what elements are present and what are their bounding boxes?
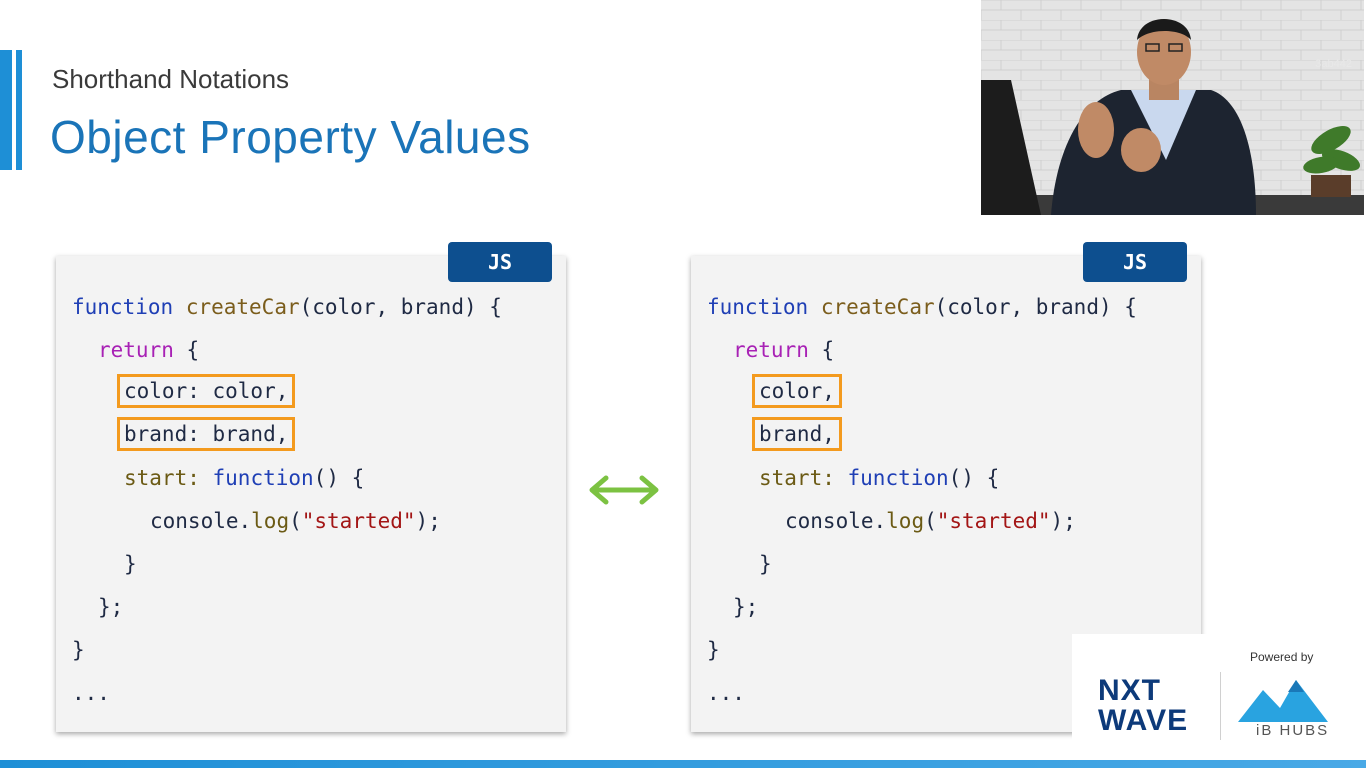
function-name: createCar xyxy=(185,295,300,319)
code-text: ( xyxy=(289,509,302,533)
slide-subtitle: Shorthand Notations xyxy=(52,64,290,94)
highlight-box: brand, xyxy=(752,417,842,451)
code-line: brand, xyxy=(752,417,842,451)
nxtwave-logo-area: NXT WAVE Powered by iB HUBS xyxy=(1072,634,1366,744)
code-line: } xyxy=(124,552,137,576)
ibhubs-text: iB HUBS xyxy=(1256,722,1330,739)
presenter-webcam: 3ab442 xyxy=(981,0,1364,215)
code-line: }; xyxy=(733,595,759,619)
code-text: (color, brand) { xyxy=(299,295,502,319)
js-badge: JS xyxy=(448,242,552,282)
logo-divider xyxy=(1220,672,1221,740)
js-badge: JS xyxy=(1083,242,1187,282)
code-line: start: function() { xyxy=(124,463,364,493)
method-name: log xyxy=(886,509,925,533)
code-line: function createCar(color, brand) { xyxy=(72,292,502,322)
accent-bar xyxy=(0,50,12,170)
code-line: } xyxy=(72,638,85,662)
code-panel-left: JS function createCar(color, brand) { re… xyxy=(56,242,566,732)
presenter-video-image xyxy=(981,0,1364,215)
function-name: createCar xyxy=(820,295,935,319)
nxtwave-logo-bottom: WAVE xyxy=(1098,704,1189,737)
code-line: function createCar(color, brand) { xyxy=(707,292,1137,322)
double-arrow-icon xyxy=(589,475,659,505)
code-line: }; xyxy=(98,595,124,619)
string-literal: "started" xyxy=(301,509,416,533)
code-line: brand: brand, xyxy=(117,417,296,451)
code-text: console. xyxy=(785,509,887,533)
code-line: return { xyxy=(733,335,834,365)
code-line: color: color, xyxy=(117,374,296,408)
code-text: ); xyxy=(1050,509,1076,533)
nxtwave-logo-top: NXT xyxy=(1098,674,1161,707)
property-name: start: xyxy=(759,466,848,490)
code-line: console.log("started"); xyxy=(785,506,1076,536)
code-line: ... xyxy=(707,681,745,705)
highlight-box: brand: brand, xyxy=(117,417,296,451)
keyword: function xyxy=(847,466,949,490)
slide-title: Object Property Values xyxy=(50,111,531,163)
code-line: console.log("started"); xyxy=(150,506,441,536)
code-text: console. xyxy=(150,509,252,533)
highlight-box: color, xyxy=(752,374,842,408)
code-line: } xyxy=(759,552,772,576)
property-name: start: xyxy=(124,466,213,490)
code-line: return { xyxy=(98,335,199,365)
keyword: return xyxy=(733,338,809,362)
webcam-id-text: 3ab442 xyxy=(1315,58,1352,70)
keyword: function xyxy=(212,466,314,490)
code-line: color, xyxy=(752,374,842,408)
code-text: (color, brand) { xyxy=(934,295,1137,319)
keyword: return xyxy=(98,338,174,362)
highlight-box: color: color, xyxy=(117,374,296,408)
accent-bar-secondary xyxy=(16,50,22,170)
keyword: function xyxy=(72,295,174,319)
code-text: ); xyxy=(415,509,441,533)
code-text: ( xyxy=(924,509,937,533)
code-line: start: function() { xyxy=(759,463,999,493)
ibhubs-mountain-icon xyxy=(1238,680,1328,722)
method-name: log xyxy=(251,509,290,533)
bottom-accent-strip xyxy=(0,760,1366,768)
string-literal: "started" xyxy=(936,509,1051,533)
code-line: ... xyxy=(72,681,110,705)
code-text: () { xyxy=(313,466,365,490)
code-text: { xyxy=(173,338,200,362)
code-line: } xyxy=(707,638,720,662)
code-text: () { xyxy=(948,466,1000,490)
keyword: function xyxy=(707,295,809,319)
powered-by-text: Powered by xyxy=(1250,650,1314,664)
code-text: { xyxy=(808,338,835,362)
